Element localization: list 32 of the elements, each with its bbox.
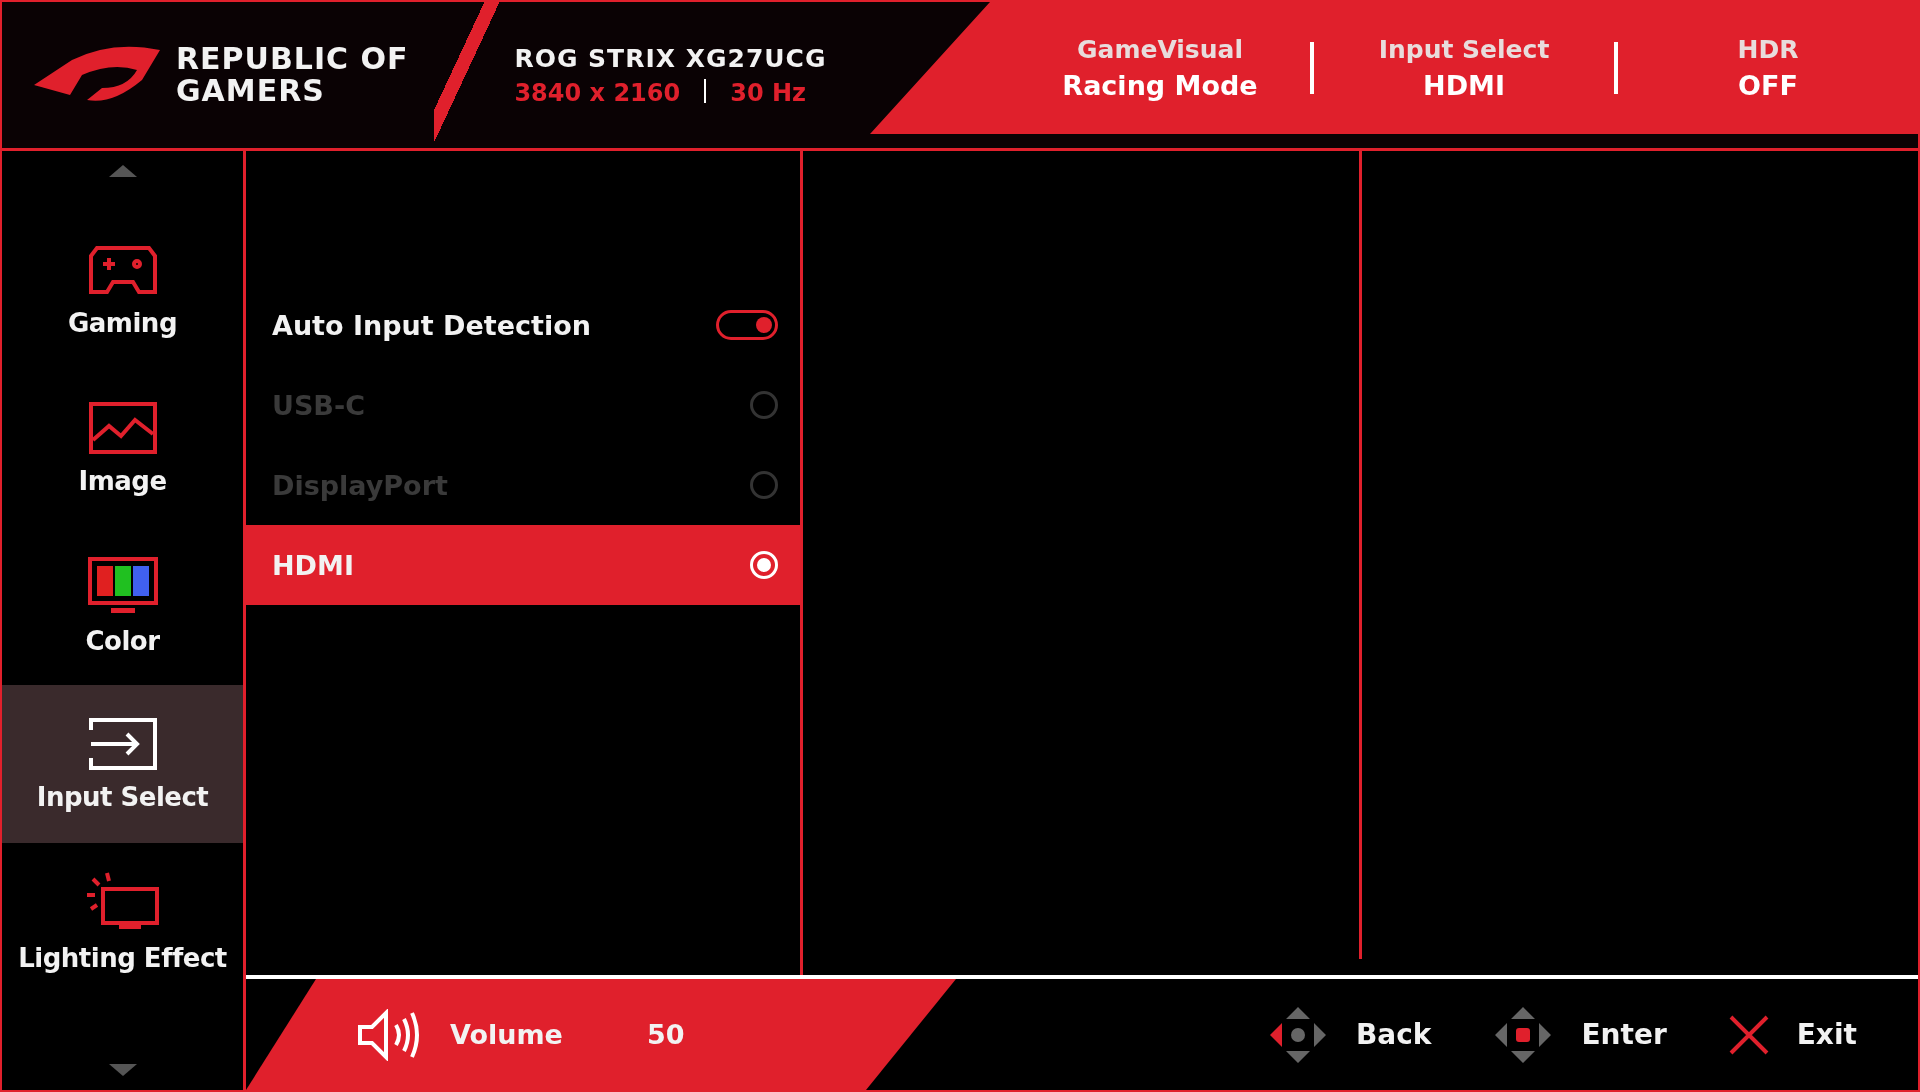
sidebar-item[interactable]: Image — [2, 369, 243, 527]
status-label: HDR — [1737, 35, 1799, 64]
resolution: 3840 x 2160 — [514, 78, 681, 107]
volume-value: 50 — [646, 1019, 685, 1050]
status-value: Racing Mode — [1062, 70, 1258, 101]
status-value: HDMI — [1423, 70, 1505, 101]
sidebar-item[interactable]: Input Select — [2, 685, 243, 843]
picture-icon — [86, 400, 159, 456]
hint-label: Enter — [1581, 1018, 1667, 1051]
sidebar-item[interactable]: Lighting Effect — [2, 843, 243, 1001]
volume-label: Volume — [450, 1019, 563, 1050]
status-label: GameVisual — [1077, 35, 1243, 64]
logo-text: REPUBLIC OF — [176, 43, 409, 75]
monitor-icon — [86, 556, 159, 616]
refresh-rate: 30 Hz — [730, 78, 806, 107]
scroll-up-icon[interactable] — [108, 165, 137, 177]
option-label: DisplayPort — [272, 469, 448, 501]
sidebar-item[interactable]: Color — [2, 527, 243, 685]
input-option[interactable]: HDMI — [246, 525, 800, 605]
status-label: Input Select — [1378, 35, 1550, 64]
option-label: HDMI — [272, 549, 354, 581]
option-label: USB-C — [272, 389, 365, 421]
option-label: Auto Input Detection — [272, 309, 591, 341]
sidebar-item[interactable]: Gaming — [2, 211, 243, 369]
model-name: ROG STRIX XG27UCG — [514, 43, 828, 73]
logo-text: GAMERS — [176, 75, 326, 107]
toggle-switch[interactable] — [716, 310, 778, 340]
status-value: OFF — [1738, 70, 1798, 101]
hint-label: Back — [1356, 1018, 1432, 1051]
scroll-down-icon[interactable] — [108, 1064, 137, 1076]
hint-label: Exit — [1796, 1018, 1857, 1051]
input-icon — [86, 716, 159, 772]
